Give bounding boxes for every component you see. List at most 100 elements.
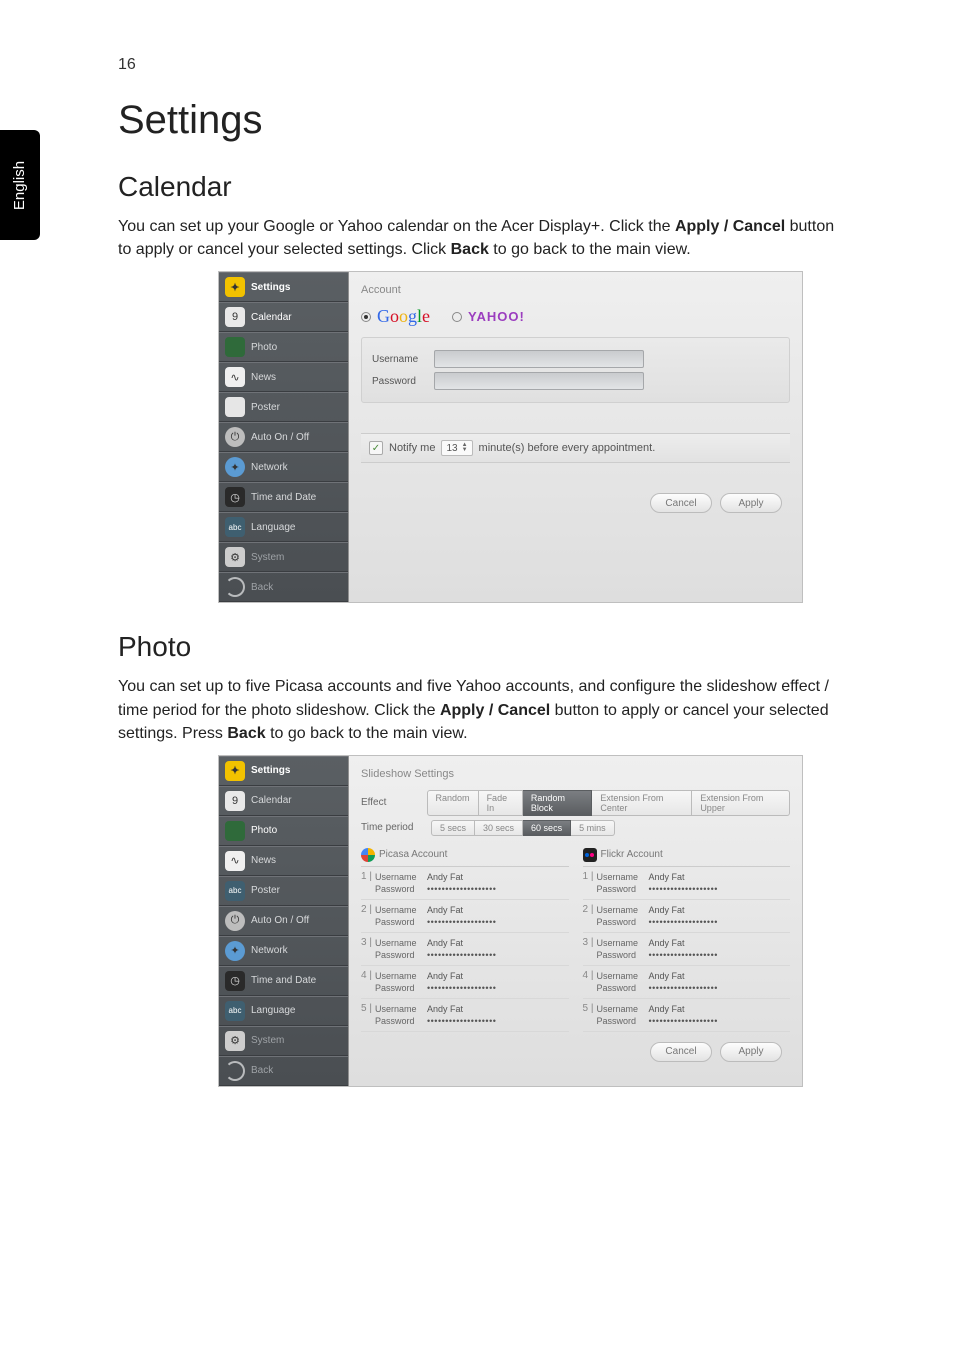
account-row: 1 |UsernameAndy FatPassword•••••••••••••… bbox=[583, 867, 791, 900]
sidebar-item-language[interactable]: abcLanguage bbox=[219, 996, 348, 1026]
sidebar-item-auto[interactable]: ⏻Auto On / Off bbox=[219, 422, 348, 452]
calendar-paragraph: You can set up your Google or Yahoo cale… bbox=[118, 215, 838, 261]
account-row: 5 |UsernameAndy FatPassword•••••••••••••… bbox=[583, 999, 791, 1032]
password-value[interactable]: ••••••••••••••••••• bbox=[427, 1016, 496, 1026]
clock-icon: ◷ bbox=[225, 487, 245, 507]
system-icon: ⚙ bbox=[225, 1031, 245, 1051]
account-row: 3 |UsernameAndy FatPassword•••••••••••••… bbox=[361, 933, 569, 966]
password-value[interactable]: ••••••••••••••••••• bbox=[649, 983, 718, 993]
sidebar-item-system[interactable]: ⚙System bbox=[219, 1026, 348, 1056]
sidebar-item-system[interactable]: ⚙System bbox=[219, 542, 348, 572]
account-row: 5 |UsernameAndy FatPassword•••••••••••••… bbox=[361, 999, 569, 1032]
password-value[interactable]: ••••••••••••••••••• bbox=[649, 917, 718, 927]
username-value[interactable]: Andy Fat bbox=[649, 971, 685, 981]
account-row: 1 |UsernameAndy FatPassword•••••••••••••… bbox=[361, 867, 569, 900]
effect-segmented[interactable]: RandomFade InRandom BlockExtension From … bbox=[427, 790, 790, 816]
segment-option[interactable]: Random bbox=[427, 790, 479, 816]
photo-icon bbox=[225, 821, 245, 841]
segment-option[interactable]: Fade In bbox=[479, 790, 523, 816]
account-row: 4 |UsernameAndy FatPassword•••••••••••••… bbox=[361, 966, 569, 999]
time-segmented[interactable]: 5 secs30 secs60 secs5 mins bbox=[431, 820, 615, 836]
password-value[interactable]: ••••••••••••••••••• bbox=[427, 917, 496, 927]
cancel-button[interactable]: Cancel bbox=[650, 1042, 712, 1062]
password-input[interactable] bbox=[434, 372, 644, 390]
sidebar-item-network[interactable]: ✦Network bbox=[219, 452, 348, 482]
apply-button[interactable]: Apply bbox=[720, 1042, 782, 1062]
notify-label: Notify me bbox=[389, 442, 435, 454]
power-icon: ⏻ bbox=[225, 911, 245, 931]
segment-option[interactable]: Extension From Center bbox=[592, 790, 692, 816]
sidebar-item-photo[interactable]: Photo bbox=[219, 332, 348, 362]
language-icon: abc bbox=[225, 517, 245, 537]
calendar-app-screenshot: ✦ Settings 9Calendar Photo ∿News Poster … bbox=[218, 271, 803, 603]
account-row: 3 |UsernameAndy FatPassword•••••••••••••… bbox=[583, 933, 791, 966]
back-icon bbox=[225, 577, 245, 597]
username-value[interactable]: Andy Fat bbox=[649, 905, 685, 915]
sidebar-item-auto[interactable]: ⏻Auto On / Off bbox=[219, 906, 348, 936]
photo-icon bbox=[225, 337, 245, 357]
network-icon: ✦ bbox=[225, 457, 245, 477]
network-icon: ✦ bbox=[225, 941, 245, 961]
segment-option[interactable]: Extension From Upper bbox=[692, 790, 790, 816]
calendar-heading: Calendar bbox=[118, 171, 838, 203]
sidebar-item-calendar[interactable]: 9Calendar bbox=[219, 302, 348, 332]
sidebar-item-back[interactable]: Back bbox=[219, 1056, 348, 1086]
password-value[interactable]: ••••••••••••••••••• bbox=[427, 884, 496, 894]
picasa-column: Picasa Account 1 |UsernameAndy FatPasswo… bbox=[361, 844, 569, 1032]
cancel-button[interactable]: Cancel bbox=[650, 493, 712, 513]
segment-option[interactable]: Random Block bbox=[523, 790, 592, 816]
yahoo-logo: YAHOO! bbox=[468, 309, 525, 324]
sidebar-item-photo[interactable]: Photo bbox=[219, 816, 348, 846]
slideshow-section-title: Slideshow Settings bbox=[361, 768, 790, 780]
photo-heading: Photo bbox=[118, 631, 838, 663]
username-value[interactable]: Andy Fat bbox=[427, 1004, 463, 1014]
password-value[interactable]: ••••••••••••••••••• bbox=[649, 950, 718, 960]
username-value[interactable]: Andy Fat bbox=[427, 905, 463, 915]
sidebar-item-news[interactable]: ∿News bbox=[219, 362, 348, 392]
username-value[interactable]: Andy Fat bbox=[649, 1004, 685, 1014]
segment-option[interactable]: 60 secs bbox=[523, 820, 571, 836]
photo-app-screenshot: ✦ Settings 9Calendar Photo ∿News abcPost… bbox=[218, 755, 803, 1087]
password-value[interactable]: ••••••••••••••••••• bbox=[649, 1016, 718, 1026]
sidebar-item-poster[interactable]: abcPoster bbox=[219, 876, 348, 906]
page-title: Settings bbox=[118, 98, 838, 143]
password-label: Password bbox=[372, 376, 434, 387]
account-row: 2 |UsernameAndy FatPassword•••••••••••••… bbox=[361, 900, 569, 933]
provider-radio-row: Google YAHOO! bbox=[361, 306, 790, 327]
username-value[interactable]: Andy Fat bbox=[649, 872, 685, 882]
radio-google[interactable] bbox=[361, 312, 371, 322]
username-value[interactable]: Andy Fat bbox=[427, 938, 463, 948]
poster-icon: abc bbox=[225, 881, 245, 901]
username-input[interactable] bbox=[434, 350, 644, 368]
sidebar-item-poster[interactable]: Poster bbox=[219, 392, 348, 422]
segment-option[interactable]: 30 secs bbox=[475, 820, 523, 836]
back-icon bbox=[225, 1061, 245, 1081]
apply-button[interactable]: Apply bbox=[720, 493, 782, 513]
password-value[interactable]: ••••••••••••••••••• bbox=[427, 983, 496, 993]
page-number: 16 bbox=[118, 56, 136, 74]
sidebar-item-language[interactable]: abcLanguage bbox=[219, 512, 348, 542]
password-value[interactable]: ••••••••••••••••••• bbox=[649, 884, 718, 894]
username-value[interactable]: Andy Fat bbox=[649, 938, 685, 948]
language-tab-label: English bbox=[12, 160, 29, 209]
segment-option[interactable]: 5 mins bbox=[571, 820, 615, 836]
spinner-down-icon[interactable]: ▼ bbox=[462, 448, 468, 453]
segment-option[interactable]: 5 secs bbox=[431, 820, 475, 836]
password-value[interactable]: ••••••••••••••••••• bbox=[427, 950, 496, 960]
sidebar-item-network[interactable]: ✦Network bbox=[219, 936, 348, 966]
sidebar-item-news[interactable]: ∿News bbox=[219, 846, 348, 876]
username-value[interactable]: Andy Fat bbox=[427, 872, 463, 882]
notify-checkbox[interactable]: ✓ bbox=[369, 441, 383, 455]
picasa-title: Picasa Account bbox=[379, 849, 447, 860]
sidebar-item-calendar[interactable]: 9Calendar bbox=[219, 786, 348, 816]
username-value[interactable]: Andy Fat bbox=[427, 971, 463, 981]
sidebar-item-back[interactable]: Back bbox=[219, 572, 348, 602]
sidebar-item-time[interactable]: ◷Time and Date bbox=[219, 482, 348, 512]
username-label: Username bbox=[372, 354, 434, 365]
sidebar-item-time[interactable]: ◷Time and Date bbox=[219, 966, 348, 996]
notify-spinner[interactable]: 13 ▲▼ bbox=[441, 440, 472, 456]
power-icon: ⏻ bbox=[225, 427, 245, 447]
notify-row: ✓ Notify me 13 ▲▼ minute(s) before every… bbox=[361, 433, 790, 463]
account-row: 2 |UsernameAndy FatPassword•••••••••••••… bbox=[583, 900, 791, 933]
radio-yahoo[interactable] bbox=[452, 312, 462, 322]
